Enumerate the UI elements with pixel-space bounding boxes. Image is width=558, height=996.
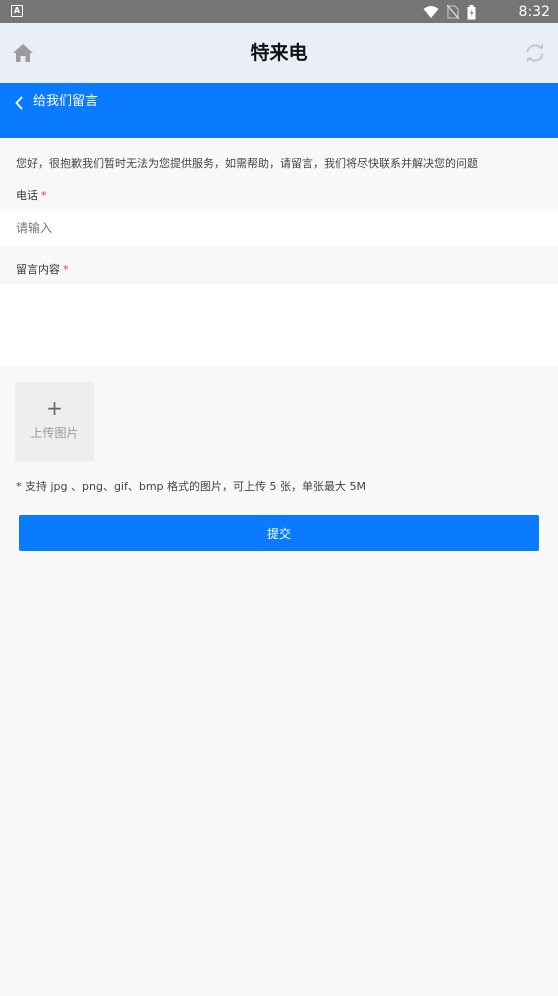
status-icons [423,4,476,20]
upload-image-button[interactable]: + 上传图片 [15,382,94,461]
notice-text: 您好，很抱歉我们暂时无法为您提供服务，如需帮助，请留言，我们将尽快联系并解决您的… [16,157,478,170]
page-bar: 给我们留言 [0,83,558,138]
plus-icon: + [46,396,63,420]
wifi-icon [423,6,439,18]
status-time: 8:32 [518,4,550,20]
required-mark: * [41,189,47,202]
notification-a-icon: A [11,5,23,17]
phone-label-text: 电话 [16,189,38,202]
app-header: 特来电 [0,23,558,83]
phone-label: 电话 * [16,188,47,204]
back-label[interactable]: 给我们留言 [33,93,98,111]
upload-hint: * 支持 jpg 、png、gif、bmp 格式的图片，可上传 5 张，单张最大… [16,480,367,493]
phone-input[interactable] [0,209,558,246]
status-bar: A 8:32 [0,0,558,23]
required-mark: * [63,263,69,276]
refresh-icon[interactable] [523,41,547,65]
page-title: 特来电 [250,42,308,64]
message-label-text: 留言内容 [16,263,60,276]
upload-label: 上传图片 [30,426,79,440]
no-sim-icon [447,5,459,19]
back-chevron-icon[interactable] [14,95,26,111]
message-label: 留言内容 * [16,262,69,278]
submit-button[interactable]: 提交 [19,515,539,551]
message-textarea[interactable] [0,284,558,366]
battery-icon [467,4,476,19]
